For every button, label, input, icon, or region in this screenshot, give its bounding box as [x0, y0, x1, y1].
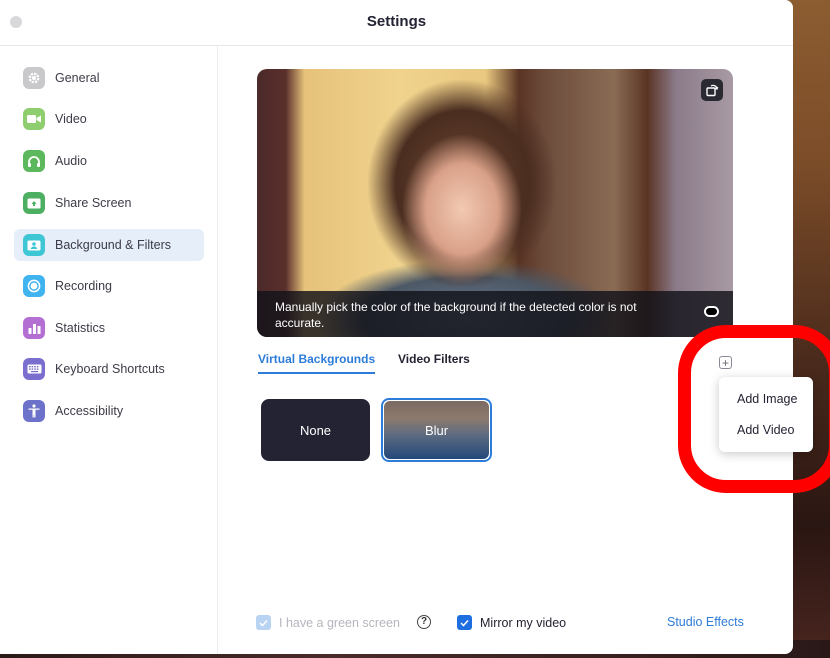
keyboard-icon: [23, 358, 45, 380]
checkmark-icon: [460, 619, 469, 627]
sidebar-item-label: General: [55, 71, 100, 85]
share-screen-icon: [23, 192, 45, 214]
sidebar-item-label: Audio: [55, 154, 87, 168]
sidebar: General Video Audio Share Screen Backgro…: [0, 46, 218, 654]
add-background-button[interactable]: +: [719, 356, 732, 369]
sidebar-item-share-screen[interactable]: Share Screen: [14, 187, 204, 219]
mirror-video-label: Mirror my video: [480, 616, 567, 630]
preview-caption: Manually pick the color of the backgroun…: [275, 300, 637, 330]
menu-item-add-video[interactable]: Add Video: [737, 423, 794, 437]
record-icon: [23, 275, 45, 297]
headphones-icon: [23, 150, 45, 172]
sidebar-item-recording[interactable]: Recording: [14, 270, 204, 302]
sidebar-item-label: Share Screen: [55, 196, 132, 210]
green-screen-label: I have a green screen: [279, 616, 400, 630]
sidebar-item-keyboard-shortcuts[interactable]: Keyboard Shortcuts: [14, 353, 204, 385]
tab-video-filters[interactable]: Video Filters: [398, 352, 470, 372]
preview-caption-bar: Manually pick the color of the backgroun…: [257, 291, 733, 337]
sidebar-item-video[interactable]: Video: [14, 103, 204, 135]
studio-effects-link[interactable]: Studio Effects: [667, 615, 744, 629]
color-picker-icon[interactable]: [704, 306, 719, 317]
window-title: Settings: [366, 13, 427, 30]
video-preview: Manually pick the color of the backgroun…: [257, 69, 733, 337]
sidebar-item-label: Recording: [55, 279, 112, 293]
green-screen-checkbox[interactable]: [256, 615, 271, 630]
sidebar-item-label: Background & Filters: [55, 238, 172, 252]
rotate-camera-icon: [706, 84, 719, 97]
sidebar-item-audio[interactable]: Audio: [14, 145, 204, 177]
sidebar-item-label: Accessibility: [55, 404, 124, 418]
menu-item-add-image[interactable]: Add Image: [737, 392, 797, 406]
background-option-none[interactable]: None: [261, 399, 370, 461]
add-background-menu: Add Image Add Video: [719, 377, 813, 452]
sidebar-item-label: Keyboard Shortcuts: [55, 362, 165, 376]
help-icon[interactable]: ?: [417, 615, 431, 629]
gear-icon: [23, 67, 45, 89]
background-option-blur[interactable]: Blur: [381, 398, 492, 462]
rotate-camera-button[interactable]: [701, 79, 723, 101]
video-camera-icon: [23, 108, 45, 130]
mirror-video-checkbox[interactable]: [457, 615, 472, 630]
sidebar-item-accessibility[interactable]: Accessibility: [14, 395, 204, 427]
plus-icon: +: [721, 355, 729, 370]
sidebar-item-statistics[interactable]: Statistics: [14, 312, 204, 344]
background-filters-panel: Manually pick the color of the backgroun…: [218, 46, 793, 654]
panel-footer: I have a green screen ? Mirror my video …: [218, 612, 793, 636]
bar-chart-icon: [23, 317, 45, 339]
settings-window: Settings General Video Audio Share Scree…: [0, 0, 793, 654]
sidebar-item-label: Video: [55, 112, 87, 126]
background-option-label: None: [299, 422, 332, 438]
tab-virtual-backgrounds[interactable]: Virtual Backgrounds: [258, 352, 376, 374]
background-option-label: Blur: [424, 422, 449, 438]
sidebar-item-background-filters[interactable]: Background & Filters: [14, 229, 204, 261]
accessibility-icon: [23, 400, 45, 422]
sidebar-item-general[interactable]: General: [14, 62, 204, 94]
sidebar-item-label: Statistics: [55, 321, 106, 335]
blur-thumbnail: Blur: [384, 401, 489, 459]
title-bar: Settings: [0, 0, 793, 46]
background-person-icon: [23, 234, 45, 256]
checkmark-icon: [259, 619, 268, 627]
